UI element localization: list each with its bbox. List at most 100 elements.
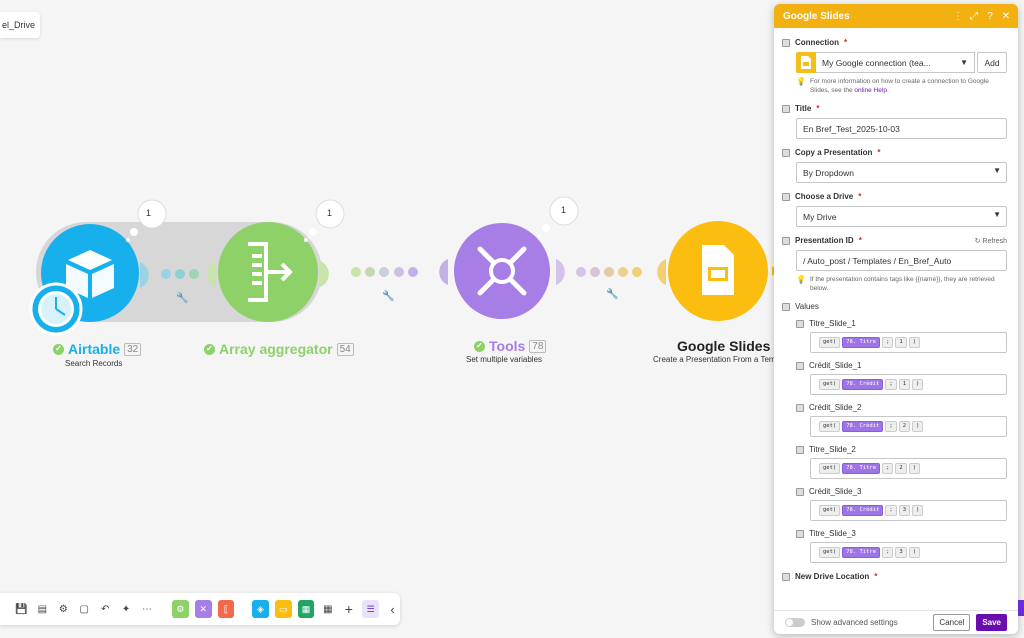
value-input[interactable]: get(78. Titre; 2) <box>810 458 1007 479</box>
add-connection-button[interactable]: Add <box>977 52 1007 73</box>
operations-bubble-count[interactable]: 1 <box>327 208 332 218</box>
value-input[interactable]: get(78. Crédit; 1) <box>810 374 1007 395</box>
save-button[interactable]: Save <box>976 614 1007 631</box>
magic-wand-icon[interactable]: ✦ <box>119 601 134 617</box>
google-slides-icon[interactable]: ▭ <box>274 600 292 618</box>
tools-module-icon[interactable]: ✕ <box>194 600 212 618</box>
module-id: 32 <box>124 342 142 356</box>
online-help-link[interactable]: online Help <box>854 87 887 94</box>
scenario-canvas: 🔧 🔧 🔧 <box>29 196 778 336</box>
save-icon[interactable]: 💾 <box>14 601 29 617</box>
value-input[interactable]: get(78. Titre; 1) <box>810 332 1007 353</box>
copy-presentation-select[interactable]: By Dropdown ▼ <box>796 162 1007 183</box>
text-parser-icon[interactable]: ⟦ <box>217 600 235 618</box>
google-slides-module <box>657 221 778 321</box>
airtable-icon[interactable]: ◈ <box>252 600 269 618</box>
field-toggle-checkbox[interactable] <box>782 104 790 113</box>
field-toggle-checkbox[interactable] <box>782 192 790 201</box>
field-toggle-checkbox[interactable] <box>782 572 790 581</box>
new-drive-location-label: New Drive Location * <box>782 572 1007 581</box>
module-name: Array aggregator <box>219 341 333 357</box>
field-toggle-checkbox[interactable] <box>782 302 790 311</box>
collapse-icon[interactable]: ‹ <box>385 601 400 617</box>
bottom-toolbar: 💾 ▤ ⚙ ▢ ↶ ✦ ⋯ ⚙ ✕ ⟦ ◈ ▭ ▦ ▦ + ☰ ‹ <box>0 593 400 625</box>
field-toggle-checkbox[interactable] <box>782 38 790 47</box>
operations-bubble-count[interactable]: 1 <box>146 208 151 218</box>
panel-footer: Show advanced settings Cancel Save <box>774 610 1018 634</box>
expand-icon[interactable]: ⤢ <box>966 11 982 22</box>
choose-drive-select[interactable]: My Drive ▼ <box>796 206 1007 227</box>
chevron-down-icon: ▼ <box>993 166 1001 175</box>
copy-presentation-label: Copy a Presentation * <box>782 148 1007 157</box>
advanced-settings-toggle[interactable] <box>785 618 805 627</box>
field-toggle-checkbox[interactable] <box>796 319 804 328</box>
value-input[interactable]: get(78. Crédit; 3) <box>810 500 1007 521</box>
array-aggregator-module-label: ✓ Array aggregator 54 <box>204 341 354 357</box>
layout-icon[interactable]: ▤ <box>35 601 50 617</box>
field-toggle-checkbox[interactable] <box>796 487 804 496</box>
advanced-settings-label: Show advanced settings <box>811 618 898 627</box>
value-item: Crédit_Slide_3 get(78. Crédit; 3) <box>782 487 1007 521</box>
help-icon[interactable]: ? <box>982 11 998 22</box>
more-icon[interactable]: ⋯ <box>140 601 155 617</box>
flow-icon[interactable]: ☰ <box>362 600 380 618</box>
connection-row: My Google connection (tea... ▼ Add <box>796 52 1007 73</box>
title-input[interactable]: En Bref_Test_2025-10-03 <box>796 118 1007 139</box>
lightbulb-icon: 💡 <box>796 275 806 284</box>
module-id: 78 <box>529 339 547 353</box>
presentation-id-path[interactable]: / Auto_post / Templates / En_Bref_Auto <box>796 250 1007 271</box>
connector-1 <box>161 269 199 279</box>
undo-icon[interactable]: ↶ <box>98 601 113 617</box>
flow-control-icon[interactable]: ⚙ <box>172 600 189 618</box>
refresh-button[interactable]: ↻ Refresh <box>975 237 1007 245</box>
connection-select[interactable]: My Google connection (tea... ▼ <box>816 52 975 73</box>
choose-drive-label: Choose a Drive * <box>782 192 1007 201</box>
grid-icon[interactable]: ▦ <box>320 601 335 617</box>
values-label: Values <box>782 302 1007 311</box>
google-sheets-icon[interactable]: ▦ <box>297 600 315 618</box>
google-slides-module-subtitle: Create a Presentation From a Templa <box>653 355 774 364</box>
google-slides-icon <box>796 52 816 73</box>
chevron-down-icon: ▼ <box>993 210 1001 219</box>
presentation-id-label: Presentation ID * ↻ Refresh <box>782 236 1007 245</box>
field-toggle-checkbox[interactable] <box>796 445 804 454</box>
slides-document-icon <box>702 245 734 295</box>
value-item: Titre_Slide_3 get(78. Titre; 3) <box>782 529 1007 563</box>
cancel-button[interactable]: Cancel <box>933 614 971 631</box>
module-settings-panel: Google Slides ⋮ ⤢ ? ✕ Connection * My Goo… <box>774 4 1018 634</box>
tools-module-label: ✓ Tools 78 <box>474 338 547 354</box>
panel-header: Google Slides ⋮ ⤢ ? ✕ <box>774 4 1018 28</box>
operations-bubble-count[interactable]: 1 <box>561 205 566 215</box>
chevron-down-icon: ▼ <box>960 58 968 67</box>
tools-module-subtitle: Set multiple variables <box>466 355 543 364</box>
success-check-icon: ✓ <box>53 343 64 355</box>
presentation-id-hint: 💡 If the presentation contains tags like… <box>796 275 995 292</box>
field-toggle-checkbox[interactable] <box>796 361 804 370</box>
panel-body: Connection * My Google connection (tea...… <box>774 28 1018 610</box>
field-toggle-checkbox[interactable] <box>796 403 804 412</box>
more-options-icon[interactable]: ⋮ <box>950 11 966 22</box>
value-input[interactable]: get(78. Titre; 3) <box>810 542 1007 563</box>
side-panel-tab[interactable] <box>1018 600 1024 616</box>
value-input[interactable]: get(78. Crédit; 2) <box>810 416 1007 437</box>
success-check-icon: ✓ <box>204 343 215 355</box>
connector-3 <box>576 267 642 277</box>
value-item: Crédit_Slide_1 get(78. Crédit; 1) <box>782 361 1007 395</box>
field-toggle-checkbox[interactable] <box>796 529 804 538</box>
module-name: Airtable <box>68 341 121 357</box>
panel-title: Google Slides <box>783 10 850 22</box>
success-check-icon: ✓ <box>474 340 485 352</box>
notes-icon[interactable]: ▢ <box>77 601 92 617</box>
close-icon[interactable]: ✕ <box>998 11 1014 22</box>
field-toggle-checkbox[interactable] <box>782 148 790 157</box>
module-name: Tools <box>489 338 526 354</box>
field-toggle-checkbox[interactable] <box>782 236 790 245</box>
connection-label: Connection * <box>782 38 1007 47</box>
value-item: Crédit_Slide_2 get(78. Crédit; 2) <box>782 403 1007 437</box>
value-item: Titre_Slide_1 get(78. Titre; 1) <box>782 319 1007 353</box>
module-id: 54 <box>336 342 354 356</box>
add-icon[interactable]: + <box>341 601 356 617</box>
route-settings-icon: 🔧 <box>382 289 394 302</box>
settings-icon[interactable]: ⚙ <box>56 601 71 617</box>
tools-module <box>439 196 579 319</box>
